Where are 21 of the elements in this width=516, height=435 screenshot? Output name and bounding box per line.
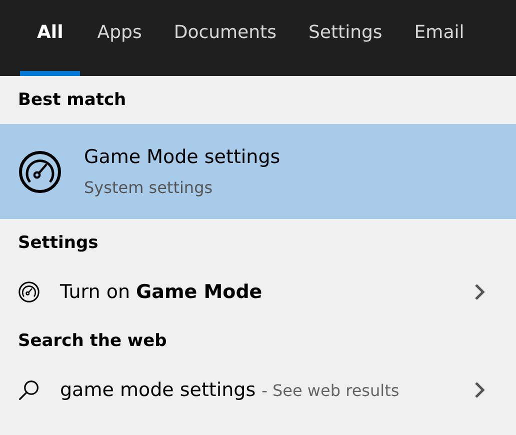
section-heading: Settings bbox=[17, 232, 100, 255]
gauge-icon bbox=[18, 281, 40, 303]
search-filter-tab[interactable]: All bbox=[20, 0, 80, 76]
result-hint: - See web results bbox=[262, 381, 400, 400]
section-heading: Search the web bbox=[17, 330, 168, 353]
gauge-icon bbox=[18, 150, 62, 194]
setting-result[interactable]: Turn on Game Mode bbox=[0, 267, 516, 317]
search-query: game mode settings bbox=[60, 379, 256, 401]
section-heading: Best match bbox=[17, 89, 128, 112]
result-subtitle: System settings bbox=[84, 178, 214, 197]
chevron-right-icon[interactable] bbox=[474, 381, 486, 399]
search-filter-tab[interactable]: Apps bbox=[82, 0, 157, 76]
web-search-result[interactable]: game mode settings - See web results bbox=[0, 365, 516, 415]
search-filter-tab[interactable]: Settings bbox=[293, 0, 398, 76]
result-title: Turn on Game Mode bbox=[60, 281, 262, 303]
result-title: Game Mode settings bbox=[84, 146, 280, 168]
search-filter-tab[interactable]: Documents bbox=[158, 0, 292, 76]
best-match-result[interactable]: Game Mode settings System settings bbox=[0, 124, 516, 219]
chevron-right-icon[interactable] bbox=[474, 283, 486, 301]
search-filter-tab[interactable]: Email bbox=[399, 0, 480, 76]
search-icon bbox=[18, 379, 40, 401]
